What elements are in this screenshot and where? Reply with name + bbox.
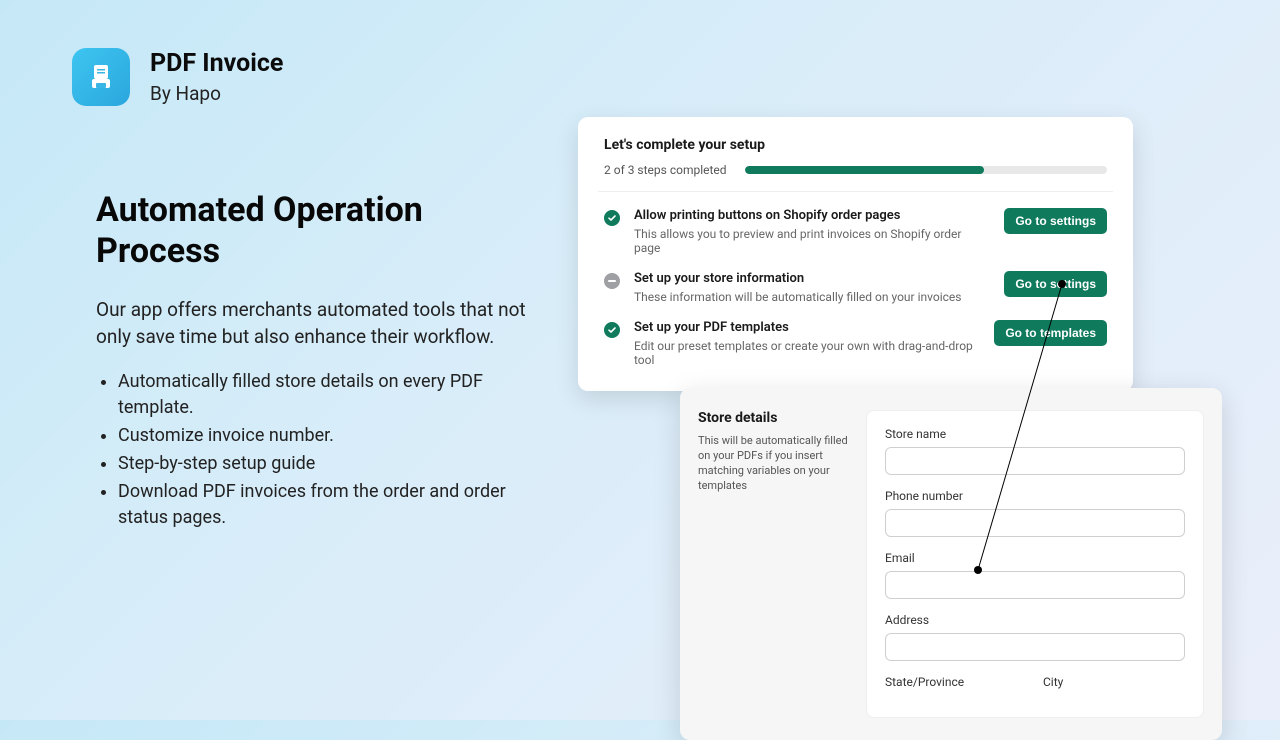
setup-step-2: Set up your store information These info… bbox=[604, 271, 1107, 304]
address-input[interactable] bbox=[885, 633, 1185, 661]
setup-step-1: Allow printing buttons on Shopify order … bbox=[604, 208, 1107, 255]
step-subtitle: These information will be automatically … bbox=[634, 290, 990, 304]
city-label: City bbox=[1043, 675, 1185, 689]
setup-title: Let's complete your setup bbox=[604, 137, 1107, 153]
annotation-dot bbox=[1058, 280, 1066, 288]
pdf-invoice-icon bbox=[72, 48, 130, 106]
address-label: Address bbox=[885, 613, 1185, 627]
state-label: State/Province bbox=[885, 675, 1027, 689]
step-title: Set up your store information bbox=[634, 271, 990, 286]
setup-card: Let's complete your setup 2 of 3 steps c… bbox=[578, 117, 1133, 391]
go-to-templates-button[interactable]: Go to templates bbox=[994, 320, 1107, 346]
go-to-settings-button[interactable]: Go to settings bbox=[1004, 208, 1107, 234]
step-title: Allow printing buttons on Shopify order … bbox=[634, 208, 990, 223]
divider bbox=[598, 191, 1113, 192]
phone-input[interactable] bbox=[885, 509, 1185, 537]
app-header: PDF Invoice By Hapo bbox=[72, 48, 283, 106]
phone-label: Phone number bbox=[885, 489, 1185, 503]
page-heading: Automated Operation Process bbox=[96, 190, 546, 272]
details-hint: This will be automatically filled on you… bbox=[698, 434, 848, 493]
page-description: Our app offers merchants automated tools… bbox=[96, 296, 546, 351]
details-title: Store details bbox=[698, 410, 848, 426]
go-to-settings-button[interactable]: Go to settings bbox=[1004, 271, 1107, 297]
app-title: PDF Invoice bbox=[150, 49, 283, 78]
step-subtitle: This allows you to preview and print inv… bbox=[634, 227, 990, 255]
annotation-dot bbox=[974, 566, 982, 574]
check-icon bbox=[604, 322, 620, 338]
step-subtitle: Edit our preset templates or create your… bbox=[634, 339, 980, 367]
bullet-item: Step-by-step setup guide bbox=[118, 451, 546, 477]
store-details-form: Store name Phone number Email Address St… bbox=[866, 410, 1204, 718]
progress-fill bbox=[745, 166, 984, 174]
feature-bullets: Automatically filled store details on ev… bbox=[96, 369, 546, 532]
pending-icon bbox=[604, 273, 620, 289]
store-details-card: Store details This will be automatically… bbox=[680, 388, 1222, 740]
document-printer-icon bbox=[85, 61, 117, 93]
bullet-item: Customize invoice number. bbox=[118, 423, 546, 449]
progress-text: 2 of 3 steps completed bbox=[604, 163, 727, 177]
step-title: Set up your PDF templates bbox=[634, 320, 980, 335]
marketing-copy: Automated Operation Process Our app offe… bbox=[96, 190, 546, 533]
progress-bar bbox=[745, 166, 1107, 174]
setup-step-3: Set up your PDF templates Edit our prese… bbox=[604, 320, 1107, 367]
email-label: Email bbox=[885, 551, 1185, 565]
store-name-input[interactable] bbox=[885, 447, 1185, 475]
check-icon bbox=[604, 210, 620, 226]
bullet-item: Automatically filled store details on ev… bbox=[118, 369, 546, 421]
store-name-label: Store name bbox=[885, 427, 1185, 441]
app-byline: By Hapo bbox=[150, 82, 283, 105]
bullet-item: Download PDF invoices from the order and… bbox=[118, 479, 546, 531]
email-input[interactable] bbox=[885, 571, 1185, 599]
